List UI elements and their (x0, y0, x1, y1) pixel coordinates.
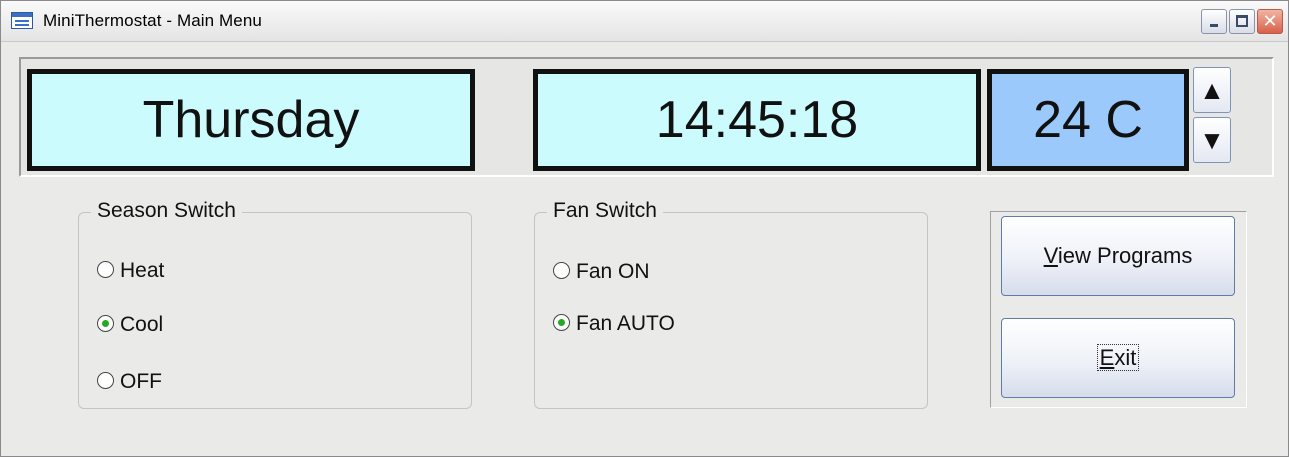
exit-accesskey: E (1099, 345, 1115, 370)
radio-circle-icon[interactable] (97, 371, 114, 389)
radio-cool-label: Cool (120, 313, 164, 336)
radio-fan-on-label: Fan ON (576, 260, 650, 283)
button-panel: View Programs Exit (990, 211, 1247, 408)
arrow-down-icon: ▼ (1199, 125, 1225, 155)
exit-button[interactable]: Exit (1001, 318, 1235, 398)
temperature-up-button[interactable]: ▲ (1193, 67, 1231, 113)
temperature-display: 24 C (987, 69, 1189, 171)
view-programs-button[interactable]: View Programs (1001, 216, 1235, 296)
view-programs-label: iew Programs (1057, 243, 1193, 268)
radio-off[interactable]: OFF (97, 368, 162, 396)
fan-switch-label: Fan Switch (547, 199, 663, 223)
radio-selected-icon[interactable] (97, 314, 114, 332)
temperature-down-button[interactable]: ▼ (1193, 117, 1231, 163)
season-switch-group: Season Switch Heat Cool OFF (78, 199, 472, 409)
minimize-icon (1210, 24, 1218, 27)
maximize-icon (1236, 15, 1248, 27)
view-programs-accesskey: V (1043, 243, 1058, 268)
display-panel: Thursday 14:45:18 24 C ▲ ▼ (19, 57, 1274, 177)
radio-circle-icon[interactable] (553, 261, 570, 279)
arrow-up-icon: ▲ (1199, 75, 1225, 105)
app-form-icon[interactable] (11, 12, 33, 29)
close-icon: ✕ (1262, 11, 1278, 31)
clock-display: 14:45:18 (533, 69, 981, 171)
title-bar[interactable]: MiniThermostat - Main Menu ✕ (1, 1, 1288, 42)
window-title: MiniThermostat - Main Menu (43, 11, 262, 30)
close-button[interactable]: ✕ (1257, 9, 1283, 34)
maximize-button[interactable] (1229, 9, 1255, 34)
radio-heat[interactable]: Heat (97, 257, 164, 285)
day-display: Thursday (27, 69, 475, 171)
radio-fan-on[interactable]: Fan ON (553, 258, 650, 286)
exit-focus-ring: Exit (1096, 344, 1140, 371)
radio-cool[interactable]: Cool (97, 311, 163, 339)
app-window: MiniThermostat - Main Menu ✕ Thursday 14… (0, 0, 1289, 457)
radio-heat-label: Heat (120, 259, 165, 282)
radio-fan-auto-label: Fan AUTO (576, 312, 675, 335)
radio-off-label: OFF (120, 370, 162, 393)
radio-selected-icon[interactable] (553, 313, 570, 331)
fan-switch-group: Fan Switch Fan ON Fan AUTO (534, 199, 928, 409)
season-switch-label: Season Switch (91, 199, 242, 223)
radio-fan-auto[interactable]: Fan AUTO (553, 310, 675, 338)
minimize-button[interactable] (1201, 9, 1227, 34)
radio-circle-icon[interactable] (97, 260, 114, 278)
exit-label: xit (1114, 345, 1137, 370)
